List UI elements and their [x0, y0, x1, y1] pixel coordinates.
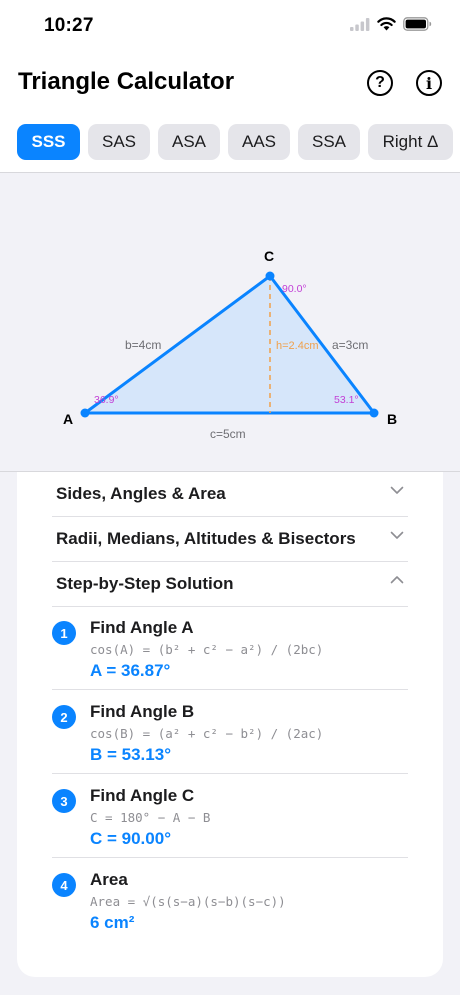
- side-b-label: b=4cm: [125, 338, 161, 352]
- triangle-diagram: A B C b=4cm a=3cm c=5cm h=2.4cm 36.9° 53…: [0, 172, 460, 472]
- step-formula: cos(A) = (b² + c² − a²) / (2bc): [90, 642, 324, 657]
- info-button[interactable]: i: [416, 70, 442, 96]
- vertex-c-label: C: [264, 248, 274, 264]
- step-result: 6 cm²: [90, 913, 135, 932]
- step-title: Find Angle C: [90, 786, 195, 805]
- step-result: A = 36.87°: [90, 661, 171, 680]
- angle-a-label: 36.9°: [94, 394, 119, 406]
- side-a-label: a=3cm: [332, 338, 368, 352]
- chevron-down-icon: [390, 531, 404, 539]
- chevron-up-icon: [390, 576, 404, 584]
- vertex-b-label: B: [387, 411, 397, 427]
- tab-asa[interactable]: ASA: [158, 124, 220, 160]
- step-title: Find Angle B: [90, 702, 195, 721]
- section-sides-angles-area[interactable]: Sides, Angles & Area: [52, 472, 408, 517]
- height-label: h=2.4cm: [276, 340, 319, 352]
- section-title: Sides, Angles & Area: [56, 484, 226, 503]
- page-title: Triangle Calculator: [18, 68, 235, 95]
- chevron-down-icon: [390, 486, 404, 494]
- step-result: C = 90.00°: [90, 829, 171, 848]
- solution-step: 2 Find Angle B cos(B) = (a² + c² − b²) /…: [52, 690, 408, 774]
- status-bar: 10:27: [0, 0, 460, 50]
- tab-ssa[interactable]: SSA: [298, 124, 360, 160]
- step-number-badge: 1: [52, 621, 76, 645]
- step-number-badge: 3: [52, 789, 76, 813]
- tab-right-triangle[interactable]: Right Δ: [368, 124, 453, 160]
- side-c-label: c=5cm: [210, 427, 246, 441]
- step-title: Area: [90, 870, 128, 889]
- solution-step: 4 Area Area = √(s(s−a)(s−b)(s−c)) 6 cm²: [52, 858, 408, 942]
- status-time: 10:27: [44, 15, 94, 36]
- tab-sss[interactable]: SSS: [17, 124, 80, 160]
- section-title: Step-by-Step Solution: [56, 574, 234, 593]
- top-bar: 10:27 Triangle Calculator ? i SSS SAS AS…: [0, 0, 460, 172]
- solution-step: 1 Find Angle A cos(A) = (b² + c² − a²) /…: [52, 606, 408, 690]
- vertex-a-point: [80, 408, 90, 418]
- vertex-b-point: [369, 408, 379, 418]
- step-formula: cos(B) = (a² + c² − b²) / (2ac): [90, 726, 324, 741]
- step-number-badge: 4: [52, 873, 76, 897]
- info-circle-icon: i: [425, 73, 433, 93]
- help-button[interactable]: ?: [367, 70, 393, 96]
- question-circle-icon: ?: [375, 74, 385, 91]
- angle-b-label: 53.1°: [334, 394, 359, 406]
- step-title: Find Angle A: [90, 618, 194, 637]
- tab-sas[interactable]: SAS: [88, 124, 150, 160]
- tab-aas[interactable]: AAS: [228, 124, 290, 160]
- vertex-a-label: A: [63, 411, 73, 427]
- battery-icon: [403, 17, 432, 31]
- cellular-signal-icon: [350, 17, 370, 31]
- results-card: Sides, Angles & Area Radii, Medians, Alt…: [17, 472, 443, 977]
- step-result: B = 53.13°: [90, 745, 171, 764]
- status-icons: [350, 17, 432, 31]
- step-formula: C = 180° − A − B: [90, 810, 211, 825]
- angle-c-label: 90.0°: [282, 283, 307, 295]
- step-number-badge: 2: [52, 705, 76, 729]
- section-title: Radii, Medians, Altitudes & Bisectors: [56, 529, 356, 548]
- section-step-by-step[interactable]: Step-by-Step Solution: [52, 562, 408, 607]
- wifi-icon: [377, 17, 396, 31]
- vertex-c-point: [265, 271, 275, 281]
- solution-step: 3 Find Angle C C = 180° − A − B C = 90.0…: [52, 774, 408, 858]
- mode-tabs: SSS SAS ASA AAS SSA Right Δ: [17, 124, 453, 160]
- step-formula: Area = √(s(s−a)(s−b)(s−c)): [90, 894, 286, 909]
- section-radii-medians[interactable]: Radii, Medians, Altitudes & Bisectors: [52, 517, 408, 562]
- triangle-svg: A B C b=4cm a=3cm c=5cm h=2.4cm 36.9° 53…: [63, 248, 397, 441]
